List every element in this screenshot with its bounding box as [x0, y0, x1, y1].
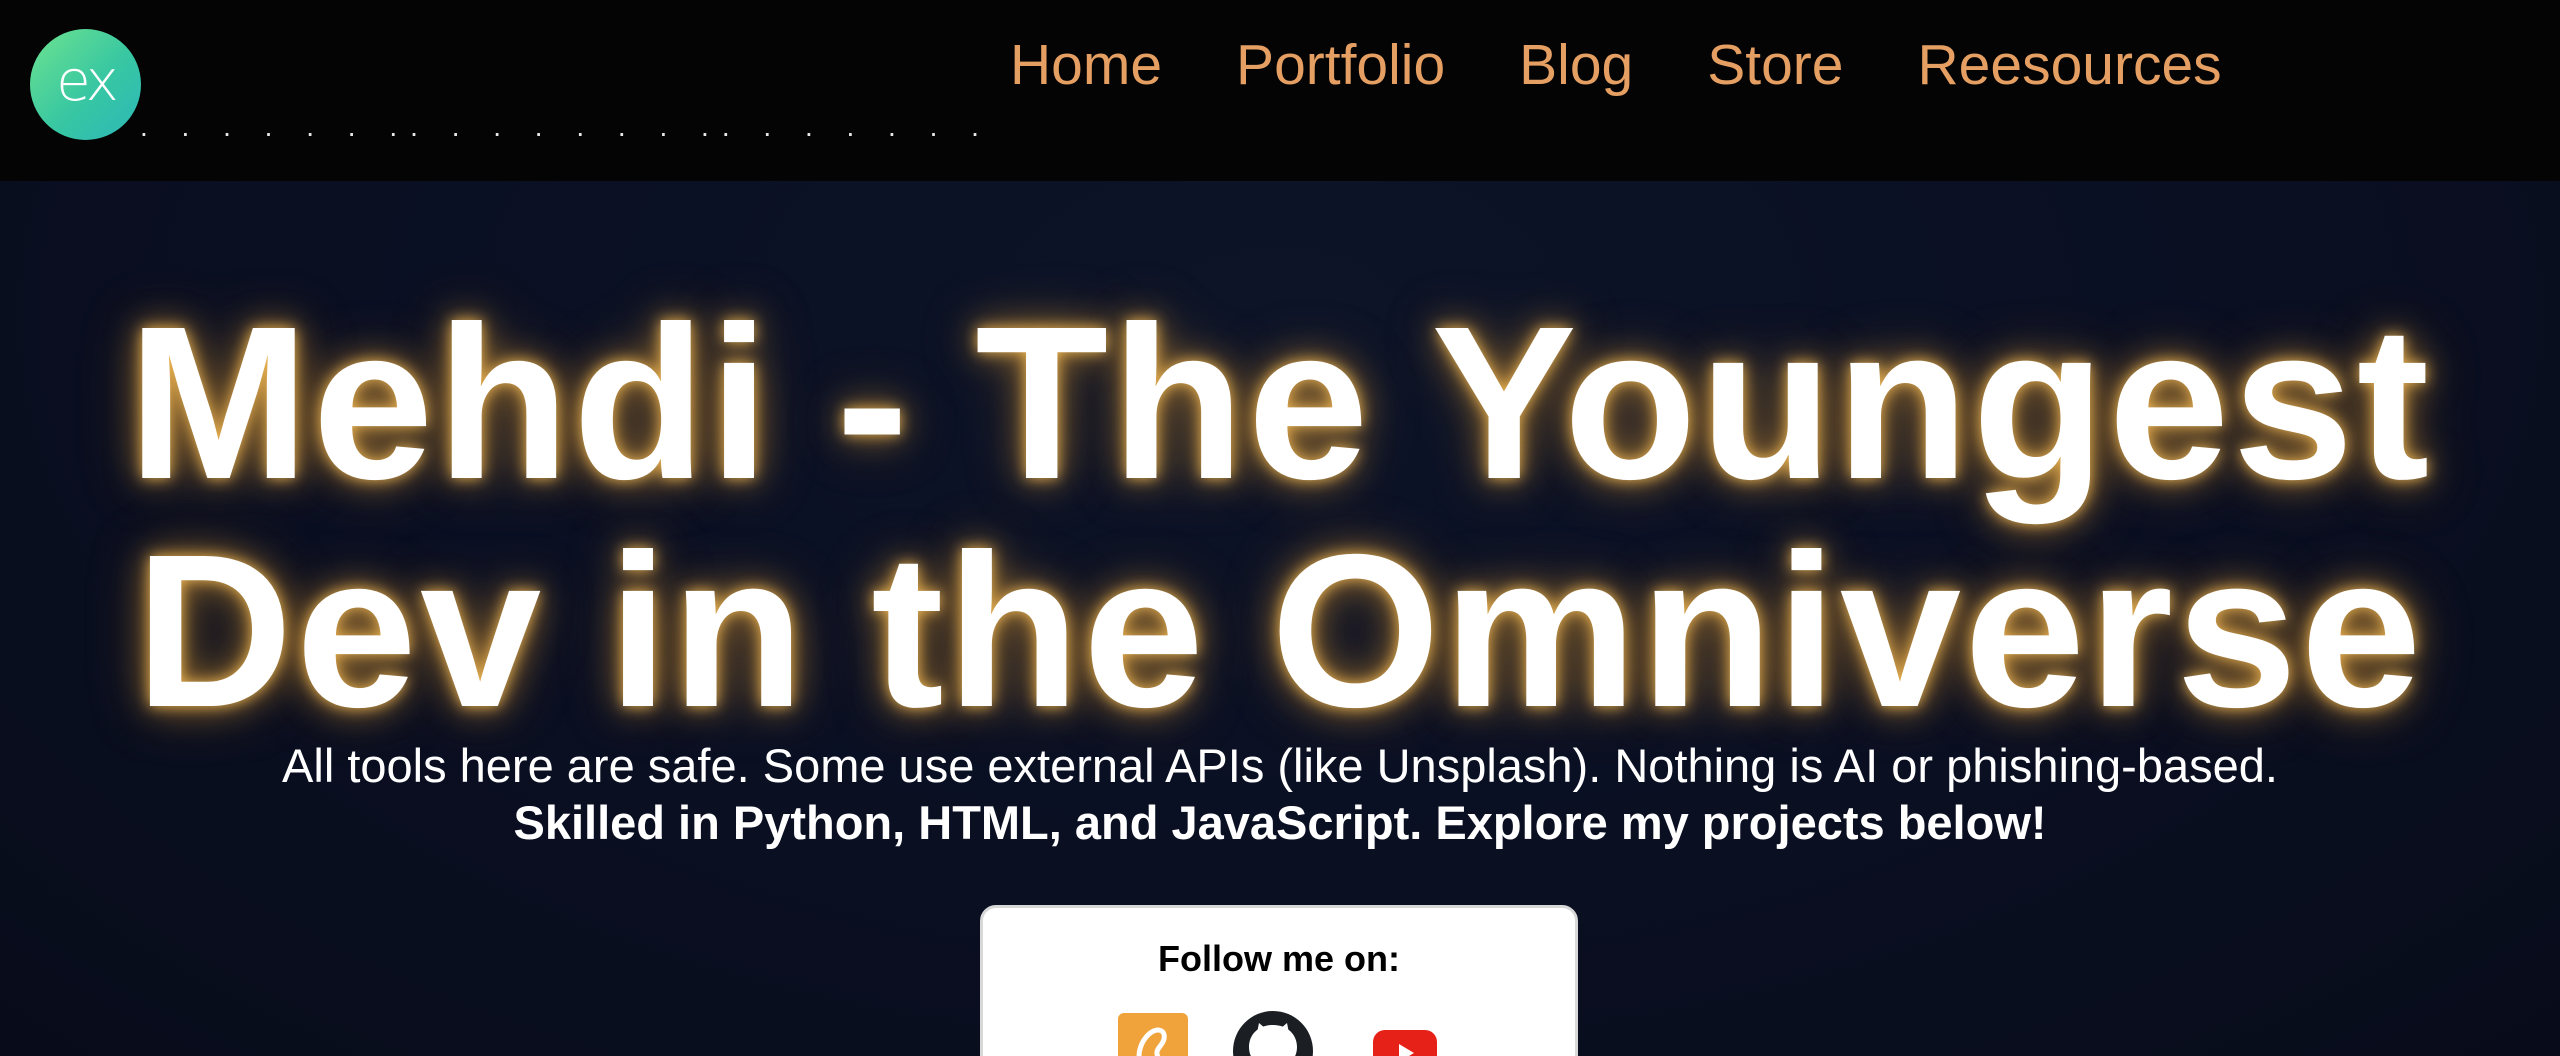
- top-navigation-bar: ex . . . . . . .. . . . . . . .. . . . .…: [0, 0, 2560, 181]
- dotted-decoration: . . . . . . .. . . . . . . .. . . . . . …: [140, 112, 980, 142]
- hero-description: All tools here are safe. Some use extern…: [282, 739, 2278, 792]
- hero-title-line-2: Dev in the Omniverse: [135, 510, 2425, 753]
- site-logo[interactable]: ex: [30, 29, 141, 140]
- nav-link-resources[interactable]: Reesources: [1918, 32, 2222, 98]
- hero-title: Mehdi - The Youngest Dev in the Omnivers…: [0, 290, 2560, 746]
- nav-link-home[interactable]: Home: [1010, 32, 1162, 98]
- nav-link-portfolio[interactable]: Portfolio: [1236, 32, 1445, 98]
- scratch-icon[interactable]: [1118, 1013, 1188, 1056]
- hero-skills: Skilled in Python, HTML, and JavaScript.…: [513, 796, 2047, 849]
- follow-title: Follow me on:: [1158, 938, 1400, 979]
- github-icon[interactable]: [1233, 1011, 1313, 1056]
- youtube-icon[interactable]: [1373, 1030, 1437, 1056]
- nav-link-blog[interactable]: Blog: [1519, 32, 1633, 98]
- follow-card: Follow me on:: [980, 905, 1578, 1056]
- main-nav: Home Portfolio Blog Store Reesources: [1010, 30, 2222, 100]
- hero-title-line-1: Mehdi - The Youngest: [127, 282, 2433, 525]
- page: ex . . . . . . .. . . . . . . .. . . . .…: [0, 0, 2560, 1056]
- logo-text: ex: [56, 49, 119, 114]
- nav-link-store[interactable]: Store: [1707, 32, 1843, 98]
